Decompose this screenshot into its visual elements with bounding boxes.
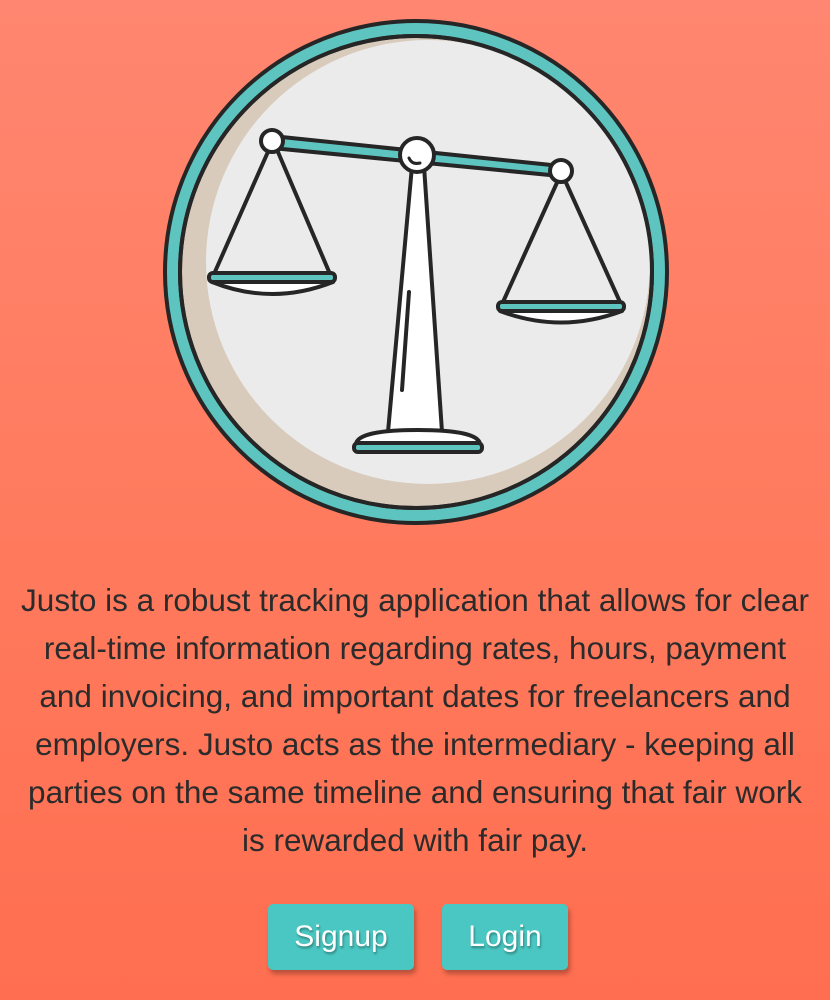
auth-actions: Signup Login bbox=[0, 904, 830, 970]
balance-scale-icon bbox=[163, 19, 669, 525]
signup-button[interactable]: Signup bbox=[268, 904, 414, 970]
app-description: Justo is a robust tracking application t… bbox=[21, 582, 809, 858]
login-button[interactable]: Login bbox=[442, 904, 568, 970]
